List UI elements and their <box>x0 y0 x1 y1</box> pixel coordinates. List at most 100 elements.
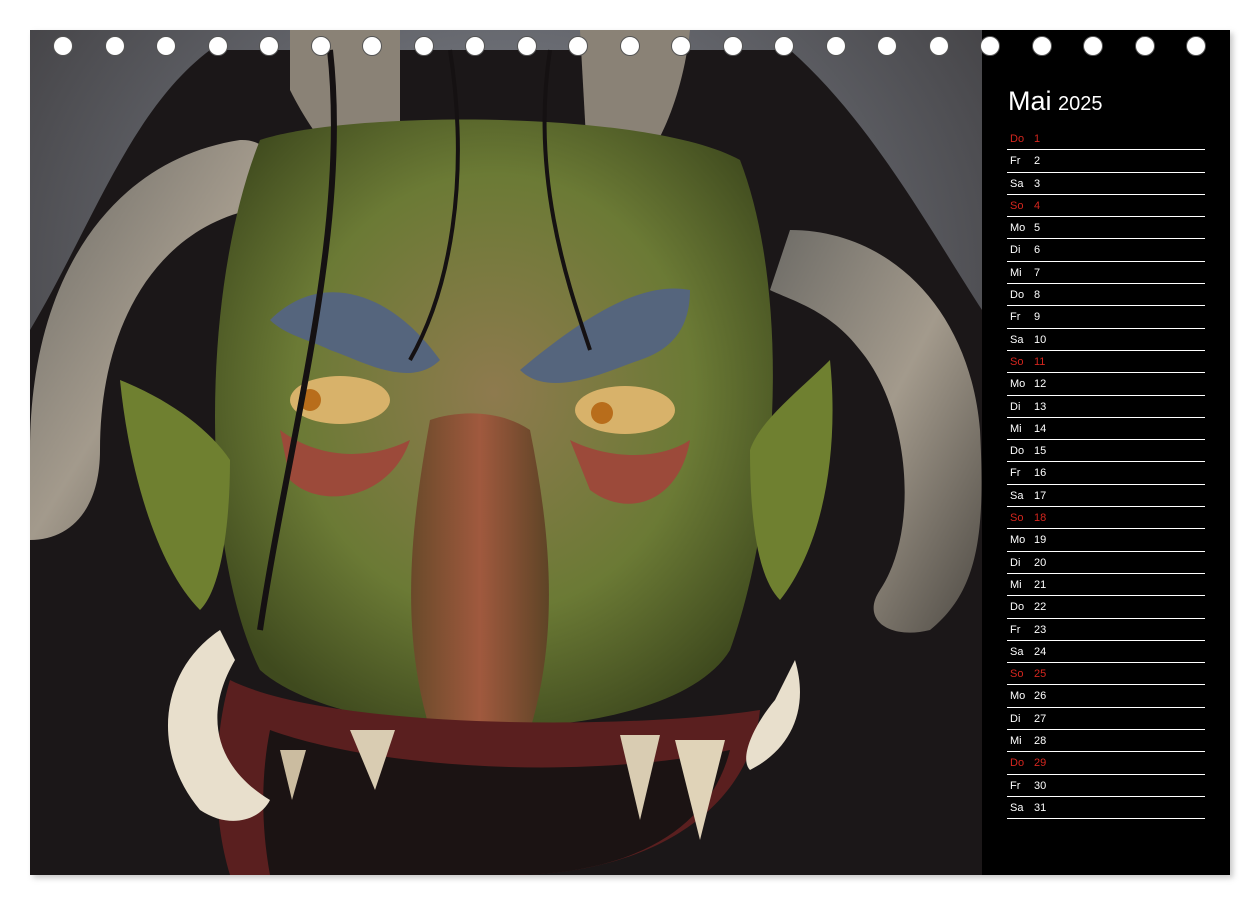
day-row: Mi 14 <box>1007 418 1205 441</box>
binding-hole <box>104 36 125 56</box>
weekday-label: So <box>1010 512 1024 525</box>
day-number: 28 <box>1034 735 1047 748</box>
day-list: Do 1 Fr 2 Sa 3 So 4 Mo 5 Di 6 Mi 7 Do 8 Fr 9 Sa 10 So 11 Mo 12 D… <box>1007 128 1205 820</box>
weekday-label: Sa <box>1010 177 1024 190</box>
binding-hole <box>207 36 228 56</box>
day-row: Do 1 <box>1007 128 1205 151</box>
day-row: Do 15 <box>1007 440 1205 463</box>
day-number: 14 <box>1034 422 1047 435</box>
binding-hole <box>825 36 846 56</box>
day-number: 5 <box>1034 222 1041 235</box>
weekday-label: Do <box>1010 757 1025 770</box>
binding-hole <box>671 36 691 56</box>
day-number: 19 <box>1034 534 1047 547</box>
day-row: Di 13 <box>1007 396 1205 418</box>
day-row: Sa 10 <box>1007 329 1205 351</box>
day-number: 16 <box>1034 467 1047 480</box>
day-number: 23 <box>1034 623 1047 636</box>
day-number: 9 <box>1034 311 1041 324</box>
weekday-label: Do <box>1010 445 1025 458</box>
weekday-label: So <box>1010 355 1024 368</box>
binding-hole <box>362 36 382 56</box>
day-row: Di 6 <box>1007 239 1205 262</box>
binding-hole <box>156 36 176 56</box>
day-row: Di 27 <box>1007 708 1205 731</box>
binding-hole <box>53 36 73 56</box>
weekday-label: So <box>1010 668 1024 681</box>
day-row: Fr 9 <box>1007 306 1205 329</box>
weekday-label: Sa <box>1010 801 1024 814</box>
binding-hole <box>1031 36 1052 56</box>
day-number: 13 <box>1034 400 1047 413</box>
weekday-label: Sa <box>1010 645 1024 658</box>
weekday-label: Fr <box>1010 467 1021 480</box>
day-row: So 25 <box>1007 663 1205 686</box>
month-header: Mai 2025 <box>1008 86 1102 117</box>
day-row: Do 8 <box>1007 284 1205 307</box>
binding-hole <box>259 36 279 56</box>
day-number: 20 <box>1034 556 1047 569</box>
weekday-label: Mo <box>1010 222 1026 235</box>
day-number: 2 <box>1034 155 1041 168</box>
day-number: 15 <box>1034 445 1047 458</box>
day-number: 12 <box>1034 378 1047 391</box>
weekday-label: Do <box>1010 133 1025 145</box>
weekday-label: Di <box>1010 400 1021 413</box>
weekday-label: Di <box>1010 712 1021 725</box>
day-number: 22 <box>1034 601 1047 614</box>
day-row: Mi 21 <box>1007 574 1205 597</box>
binding-hole <box>1083 36 1103 56</box>
binding-hole <box>310 36 331 56</box>
weekday-label: Mi <box>1010 578 1022 591</box>
binding-hole <box>928 36 949 56</box>
day-row: So 11 <box>1007 351 1205 374</box>
day-row: Fr 23 <box>1007 619 1205 641</box>
day-number: 11 <box>1034 355 1046 368</box>
binding-hole <box>1134 36 1155 56</box>
binding-hole <box>774 36 794 56</box>
calendar-sheet: Mai 2025 Do 1 Fr 2 Sa 3 So 4 Mo 5 Di 6 Mi 7 Do 8 Fr 9 Sa 10… <box>30 30 1230 875</box>
day-number: 21 <box>1034 578 1047 591</box>
day-row: Sa 24 <box>1007 641 1205 664</box>
weekday-label: Mo <box>1010 534 1026 547</box>
day-number: 25 <box>1034 668 1047 681</box>
day-row: Fr 30 <box>1007 775 1205 797</box>
weekday-label: Sa <box>1010 489 1024 502</box>
day-number: 7 <box>1034 266 1041 279</box>
binding-hole <box>1186 36 1206 56</box>
binding-hole <box>413 36 434 56</box>
day-row: Sa 3 <box>1007 173 1205 195</box>
day-row: Mi 7 <box>1007 262 1205 285</box>
day-row: Fr 16 <box>1007 462 1205 485</box>
day-row: So 4 <box>1007 195 1205 218</box>
day-number: 30 <box>1034 779 1047 792</box>
weekday-label: Do <box>1010 289 1025 302</box>
weekday-label: Fr <box>1010 623 1021 636</box>
day-number: 4 <box>1034 199 1041 212</box>
day-number: 31 <box>1034 801 1047 814</box>
day-row: Sa 31 <box>1007 797 1205 820</box>
month-name: Mai <box>1008 86 1052 116</box>
day-number: 29 <box>1034 757 1047 770</box>
day-number: 3 <box>1034 177 1041 190</box>
day-number: 17 <box>1034 489 1047 502</box>
binding-hole <box>877 36 897 56</box>
day-row: Mi 28 <box>1007 730 1205 753</box>
weekday-label: Fr <box>1010 311 1021 324</box>
day-number: 18 <box>1034 512 1047 525</box>
day-row: Do 29 <box>1007 752 1205 775</box>
day-row: Mo 26 <box>1007 685 1205 708</box>
weekday-label: Mo <box>1010 378 1026 391</box>
day-number: 8 <box>1034 289 1041 302</box>
day-row: Fr 2 <box>1007 150 1205 173</box>
weekday-label: So <box>1010 199 1024 212</box>
binding-hole <box>516 36 537 56</box>
day-row: So 18 <box>1007 507 1205 530</box>
weekday-label: Di <box>1010 244 1021 257</box>
weekday-label: Fr <box>1010 779 1021 792</box>
day-number: 10 <box>1034 333 1047 346</box>
krampus-mask-photo <box>30 30 982 875</box>
binding-hole <box>722 36 743 56</box>
month-year: 2025 <box>1057 93 1103 115</box>
binding-hole <box>568 36 588 56</box>
